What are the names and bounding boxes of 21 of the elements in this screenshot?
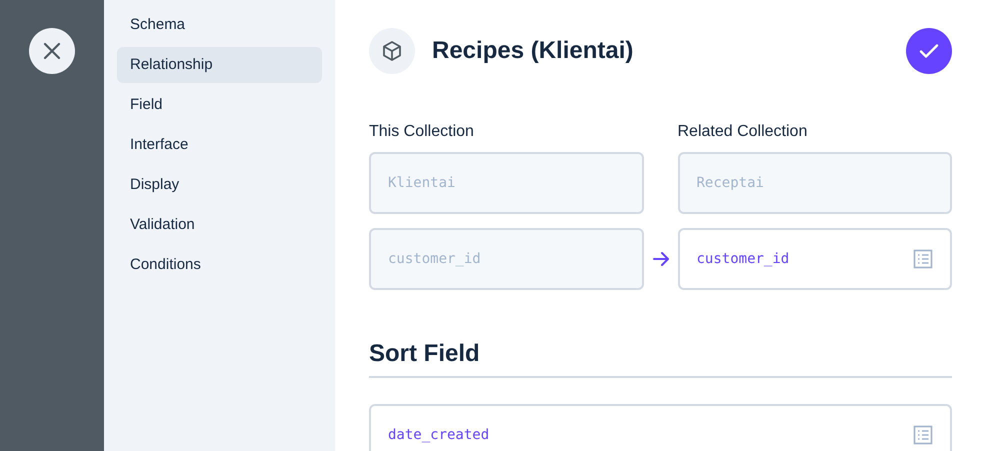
close-button[interactable] [29,28,75,74]
nav-item[interactable]: Validation [117,207,322,243]
arrow-right-icon [652,251,670,267]
nav-item[interactable]: Field [117,87,322,123]
select-field[interactable]: customer_id [678,228,952,290]
list-icon [913,249,933,269]
section-heading: Sort Field [369,336,952,378]
close-icon [43,42,61,60]
select-field[interactable]: date_created [369,404,952,451]
field-label: This Collection [369,126,475,138]
nav-item[interactable]: Display [117,167,322,203]
page-title: Recipes (Klientai) [432,36,634,66]
nav-item[interactable]: Relationship [117,47,322,83]
nav-item[interactable]: Interface [117,127,322,163]
confirm-button[interactable] [906,28,952,74]
nav-item[interactable]: Conditions [117,247,322,283]
nav-item[interactable]: Schema [117,7,322,43]
list-icon [913,425,933,445]
checkmark-icon [919,43,939,59]
cube-icon [380,39,404,63]
field-label: Related Collection [678,126,808,138]
